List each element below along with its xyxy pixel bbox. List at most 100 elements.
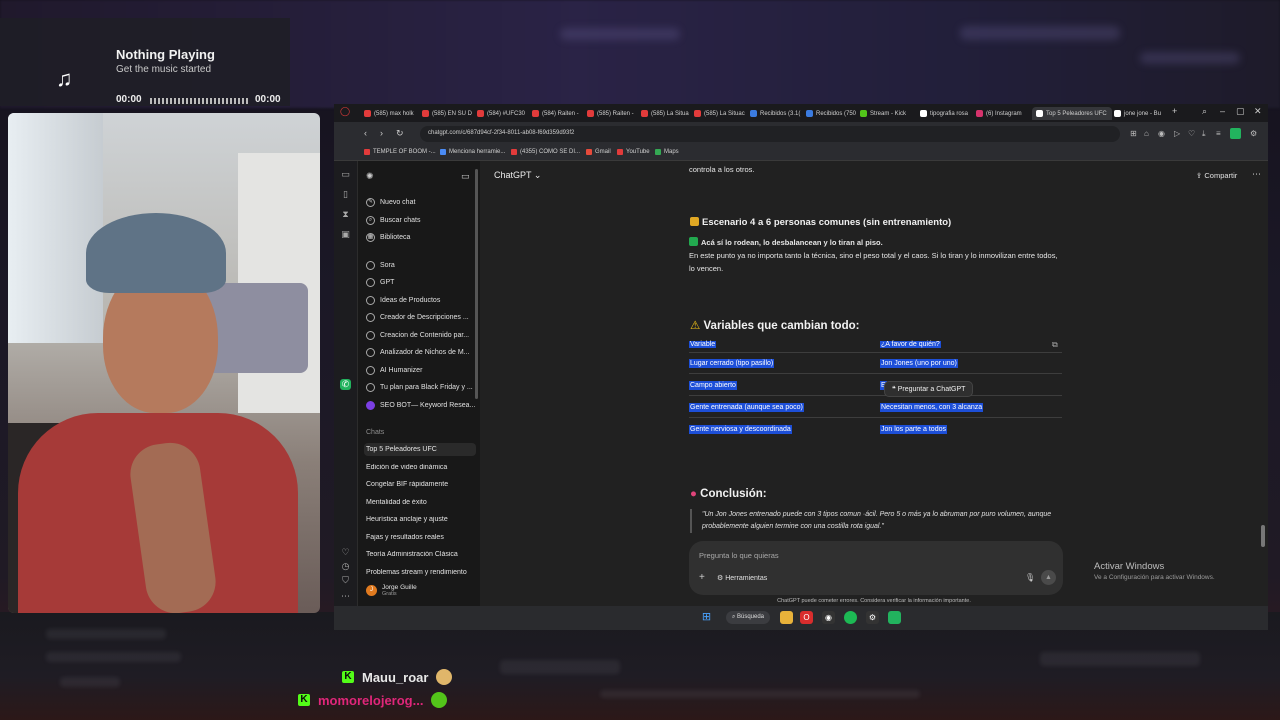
tab[interactable]: (6) Instagram [976,107,1030,120]
bookmark[interactable]: YouTube [617,149,650,155]
add-attachment-icon[interactable]: + [699,572,705,583]
more-options-icon[interactable]: ⋯ [1252,169,1261,180]
tab[interactable]: (585) max holk [364,107,418,120]
settings-icon[interactable]: ⚙ [866,611,879,624]
search-tabs-icon[interactable]: ⌕ [1202,106,1207,117]
rail-icon[interactable] [340,133,351,144]
hourglass-icon[interactable]: ⧗ [340,209,351,220]
chat-item[interactable]: Fajas y resultados reales [366,534,478,541]
ask-chatgpt-popup[interactable]: ❝ Preguntar a ChatGPT [884,381,974,397]
more-icon[interactable]: ⋯ [340,591,351,602]
sidebar-item-library[interactable]: ▦ Biblioteca [366,233,478,242]
reload-icon[interactable]: ↻ [396,128,404,139]
microphone-icon[interactable]: 🎙 [1025,573,1035,582]
tab[interactable]: tipografia rosa [920,107,974,120]
message-composer[interactable]: Pregunta lo que quieras + ⚙ Herramientas… [689,541,1063,595]
play-icon[interactable]: ▷ [1174,129,1180,138]
tab[interactable]: (584) #UFC30 [477,107,529,120]
windows-start-icon[interactable]: ⊞ [700,611,713,624]
install-icon[interactable]: ⊞ [1130,129,1137,138]
sidebar-item-gpt[interactable]: GPT [366,278,478,287]
heart-icon[interactable]: ♡ [340,547,351,558]
whatsapp-icon[interactable] [888,611,901,624]
maximize-icon[interactable]: ▢ [1236,106,1245,117]
extension-icon[interactable] [1230,128,1241,139]
sidebar-item-search[interactable]: ⌕ Buscar chats [366,216,478,225]
tab[interactable]: Stream - Kick [860,107,914,120]
tab[interactable]: (585) Raiten - [587,107,639,120]
reader-icon[interactable]: ▯ [340,189,351,200]
chat-item-selected[interactable]: Top 5 Peleadores UFC [364,443,476,456]
tab[interactable]: (585) La Situa [641,107,693,120]
prompt-input[interactable]: Pregunta lo que quieras [699,551,779,560]
sidebar-item-gpt[interactable]: Creador de Descripciones ... [366,313,478,322]
youtube-icon [422,110,429,117]
table-cell: Lugar cerrado (tipo pasillo) [689,359,775,368]
voice-mode-button[interactable]: ▲ [1041,570,1056,585]
chat-item[interactable]: Teoría Administración Clásica [366,551,478,558]
camera-icon[interactable]: ◉ [1158,129,1165,138]
file-explorer-icon[interactable] [780,611,793,624]
tab[interactable]: (585) EN SU D [422,107,474,120]
opera-icon[interactable]: O [800,611,813,624]
settings-icon[interactable]: ⚙ [1250,129,1257,138]
sidebar-item-gpt[interactable]: Creacion de Contenido par... [366,331,478,340]
bookmark[interactable]: Gmail [586,149,611,155]
taskbar-search[interactable]: ⌕ Búsqueda [726,611,770,624]
chat-item[interactable]: Problemas stream y rendimiento [366,569,478,576]
people-icon [690,217,699,226]
tab[interactable]: (585) La Situac [694,107,746,120]
tab[interactable]: jone jone - Bu [1114,107,1170,120]
spotify-icon[interactable] [844,611,857,624]
chat-item[interactable]: Edición de video dinámica [366,464,478,471]
tab[interactable]: Recibidos (3.1( [750,107,802,120]
chat-item[interactable]: Congelar BIF rápidamente [366,481,478,488]
user-profile[interactable]: J Jorge Guille Gratis [366,584,417,597]
obs-icon[interactable]: ◉ [822,611,835,624]
whatsapp-icon[interactable]: ✆ [340,379,351,390]
share-button[interactable]: ⇪ Compartir [1196,171,1237,180]
bookmark[interactable]: Maps [655,149,679,155]
table-header: ¿A favor de quién? [880,341,941,348]
minimize-icon[interactable]: – [1220,106,1225,116]
close-icon[interactable]: ✕ [1254,106,1262,117]
menu-icon[interactable]: ≡ [1216,129,1221,138]
table-divider [689,352,1062,353]
sidebar-scrollbar[interactable] [475,169,478,399]
chat-item[interactable]: Mentalidad de éxito [366,499,478,506]
tab[interactable]: (584) Raiten - [532,107,584,120]
gpt-avatar-icon [366,348,375,357]
forward-icon[interactable]: › [380,128,383,138]
openai-logo-icon[interactable]: ✺ [366,171,374,182]
bookmark[interactable]: (4355) COMO SE DI... [511,149,580,155]
sidebar-item-new-chat[interactable]: ✎ Nuevo chat [366,198,478,207]
sidebar-item-gpt[interactable]: AI Humanizer [366,366,478,375]
download-icon[interactable]: ⤓ [1202,129,1206,139]
url-field[interactable]: chatgpt.com/c/687d94cf-2f34-8011-ab08-f6… [420,126,1120,142]
chat-scrollbar[interactable] [1261,525,1265,547]
back-icon[interactable]: ‹ [364,128,367,138]
sidebar-item-gpt[interactable]: SEO BOT— Keyword Resea... [366,401,478,410]
history-icon[interactable]: ◷ [340,561,351,572]
sidebar-item-gpt[interactable]: Sora [366,261,478,270]
opera-logo-icon[interactable]: ◯ [340,106,350,117]
tab[interactable]: Recibidos (750 [806,107,858,120]
heart-icon[interactable]: ♡ [1188,129,1195,138]
bookmark[interactable]: Menciona herramie... [440,149,505,155]
sidebar-item-gpt[interactable]: Analizador de Nichos de M... [366,348,478,357]
sidebar-item-gpt[interactable]: Ideas de Productos [366,296,478,305]
sidebar-toggle-icon[interactable]: ▭ [461,171,470,182]
sidebar-item-gpt[interactable]: Tu plan para Black Friday y ... [366,383,478,392]
new-tab-icon[interactable]: + [1172,106,1177,116]
tab-active[interactable]: Top 5 Peleadores UFC [1032,107,1112,120]
bookmarks-icon[interactable]: ▭ [340,169,351,180]
wallet-icon[interactable]: ▣ [340,229,351,240]
model-selector[interactable]: ChatGPT ⌄ [494,170,541,181]
tools-button[interactable]: ⚙ Herramientas [717,574,767,582]
shield-icon[interactable]: ⌂ [1144,129,1149,138]
google-icon [920,110,927,117]
bookmark[interactable]: TEMPLE OF BOOM -... [364,149,436,155]
copy-table-icon[interactable]: ⧉ [1052,340,1058,350]
shield-icon[interactable]: ⛉ [340,575,351,586]
chat-item[interactable]: Heurística anclaje y ajuste [366,516,478,523]
